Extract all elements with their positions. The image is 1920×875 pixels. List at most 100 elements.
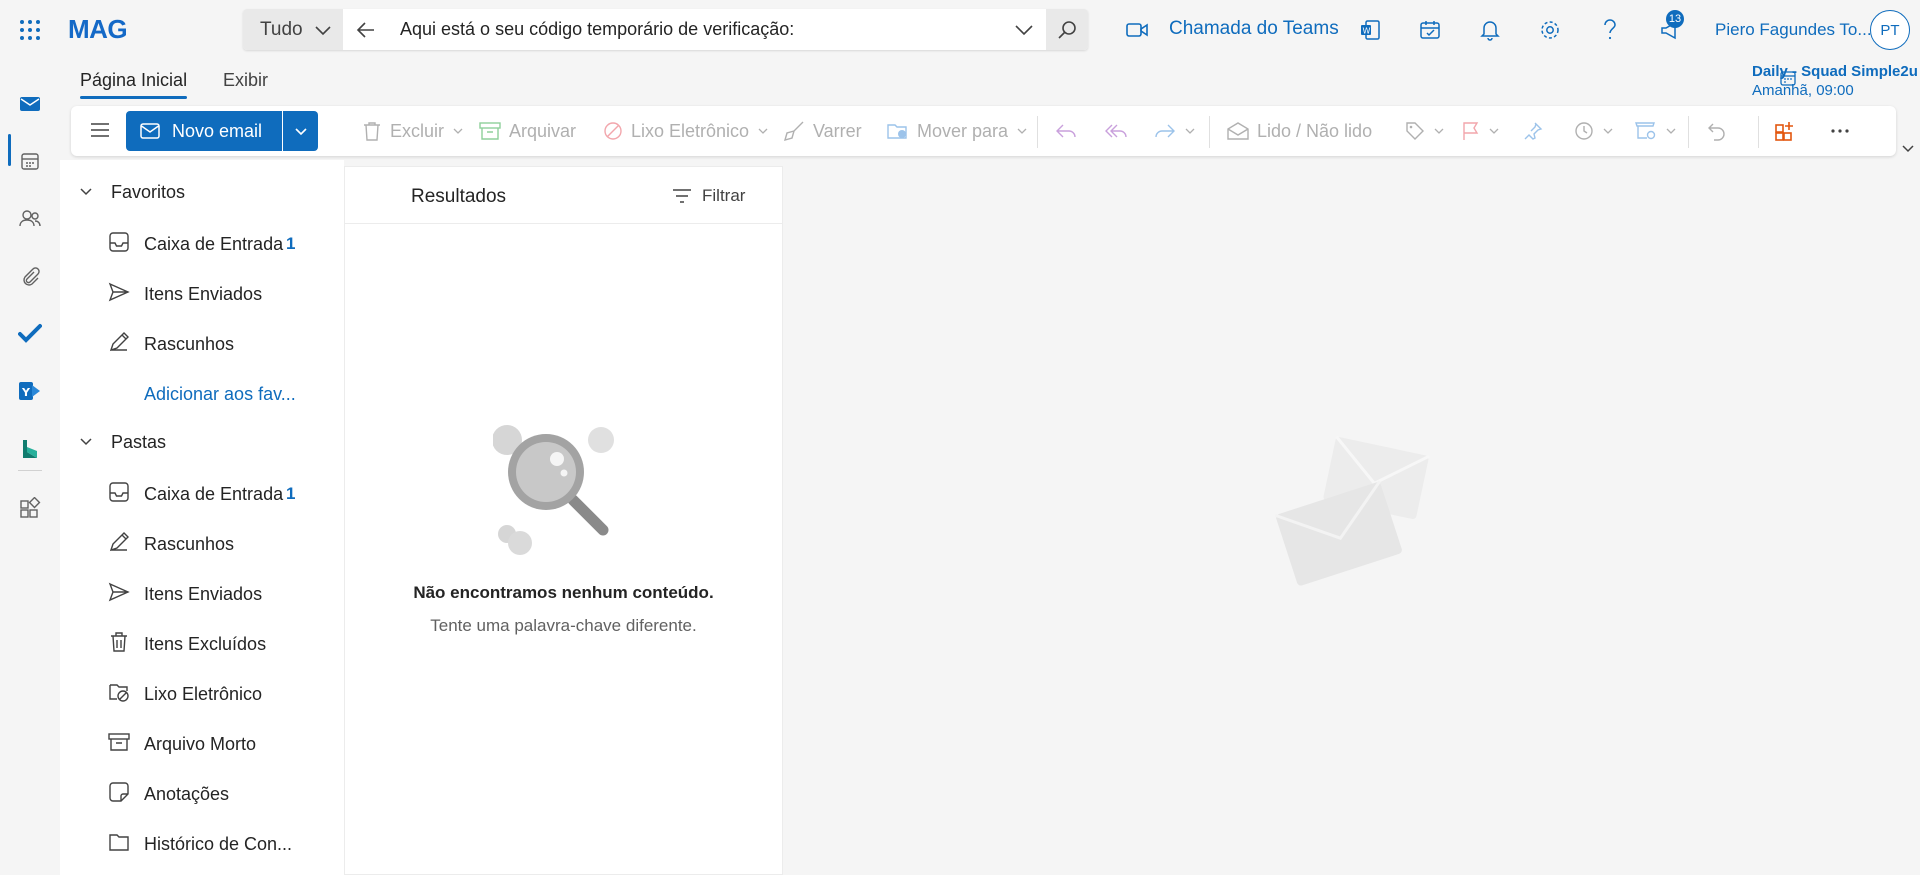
chevron-down-icon bbox=[453, 128, 463, 134]
envelope-illustration-icon bbox=[1273, 430, 1443, 590]
new-email-button[interactable]: Novo email bbox=[126, 111, 282, 151]
folders-label: Pastas bbox=[111, 431, 167, 452]
word-icon[interactable]: W bbox=[1356, 16, 1384, 44]
folder-item-inbox[interactable]: Caixa de Entrada 1 bbox=[60, 471, 344, 515]
folder-pane: Favoritos Caixa de Entrada 1 Itens Envia… bbox=[60, 160, 344, 875]
bell-icon[interactable] bbox=[1476, 16, 1504, 44]
folder-item-deleted[interactable]: Itens Excluídos bbox=[60, 621, 344, 665]
avatar[interactable]: PT bbox=[1870, 10, 1910, 50]
read-unread-label: Lido / Não lido bbox=[1257, 120, 1373, 141]
mail-icon[interactable] bbox=[14, 88, 46, 120]
calendar-icon[interactable] bbox=[14, 145, 46, 177]
folder-icon bbox=[108, 831, 130, 853]
search-box[interactable]: Tudo Aqui está o seu código temporário d… bbox=[243, 9, 1088, 50]
add-ins-icon[interactable] bbox=[1774, 118, 1796, 144]
folders-section-header[interactable]: Pastas bbox=[60, 422, 344, 462]
app-launcher-icon[interactable] bbox=[16, 16, 44, 44]
new-email-dropdown[interactable] bbox=[283, 111, 318, 151]
folder-item-drafts[interactable]: Rascunhos bbox=[60, 521, 344, 565]
folder-item-conversation-history[interactable]: Histórico de Con... bbox=[60, 821, 344, 865]
undo-icon[interactable] bbox=[1707, 118, 1727, 144]
gear-icon[interactable] bbox=[1536, 16, 1564, 44]
folder-item-archive[interactable]: Arquivo Morto bbox=[60, 721, 344, 765]
more-options-icon[interactable] bbox=[1830, 118, 1850, 144]
read-unread-button[interactable]: Lido / Não lido bbox=[1227, 118, 1372, 144]
tag-button[interactable] bbox=[1405, 118, 1445, 144]
junk-button[interactable]: Lixo Eletrônico bbox=[603, 118, 769, 144]
hamburger-menu-icon[interactable] bbox=[89, 119, 111, 141]
add-to-favorites-link[interactable]: Adicionar aos fav... bbox=[60, 371, 344, 415]
junk-icon bbox=[108, 681, 130, 703]
brand-logo[interactable]: MAG bbox=[68, 14, 128, 45]
search-scope-dropdown[interactable]: Tudo bbox=[243, 9, 343, 50]
reply-all-icon[interactable] bbox=[1104, 118, 1128, 144]
search-input[interactable]: Aqui está o seu código temporário de ver… bbox=[400, 19, 794, 40]
folder-label: Rascunhos bbox=[144, 534, 235, 554]
search-button[interactable] bbox=[1046, 9, 1088, 50]
favorites-section-header[interactable]: Favoritos bbox=[60, 172, 344, 212]
folder-label: Itens Excluídos bbox=[144, 634, 267, 654]
svg-text:Y: Y bbox=[21, 386, 31, 399]
trash-icon bbox=[364, 122, 380, 141]
forward-icon[interactable] bbox=[1154, 118, 1196, 144]
folder-item-favorites-sent[interactable]: Itens Enviados bbox=[60, 271, 344, 315]
delete-button[interactable]: Excluir bbox=[362, 118, 464, 144]
folder-item-sent[interactable]: Itens Enviados bbox=[60, 571, 344, 615]
archive-label: Arquivar bbox=[509, 120, 577, 141]
mail-outline-icon bbox=[140, 123, 160, 139]
upcoming-meeting-time[interactable]: Amanhã, 09:00 bbox=[1752, 82, 1854, 99]
chevron-down-icon bbox=[1666, 128, 1676, 134]
ribbon-divider bbox=[1688, 116, 1689, 148]
clock-icon bbox=[1575, 122, 1593, 140]
snooze-button[interactable] bbox=[1574, 118, 1614, 144]
add-favorites-label: Adicionar aos fav... bbox=[144, 384, 296, 404]
favorites-label: Favoritos bbox=[111, 181, 186, 202]
folder-move-icon bbox=[887, 124, 907, 139]
todo-check-icon[interactable] bbox=[14, 317, 46, 349]
chevron-down-icon bbox=[758, 128, 768, 134]
ribbon-collapse-chevron-icon[interactable] bbox=[1900, 141, 1916, 157]
chevron-down-icon bbox=[1017, 128, 1027, 134]
unread-count: 1 bbox=[286, 484, 296, 503]
tab-view[interactable]: Exibir bbox=[223, 70, 268, 91]
more-apps-icon[interactable] bbox=[14, 492, 46, 524]
rules-button[interactable] bbox=[1635, 118, 1677, 144]
archive-button[interactable]: Arquivar bbox=[479, 118, 576, 144]
help-icon[interactable] bbox=[1596, 16, 1624, 44]
reply-icon[interactable] bbox=[1055, 118, 1077, 144]
bookings-icon[interactable] bbox=[14, 433, 46, 465]
search-scope-label: Tudo bbox=[260, 18, 303, 40]
video-call-icon[interactable] bbox=[1123, 16, 1151, 44]
move-to-button[interactable]: Mover para bbox=[887, 118, 1028, 144]
chevron-down-icon bbox=[78, 184, 94, 200]
rules-icon bbox=[1635, 122, 1656, 140]
flag-button[interactable] bbox=[1462, 118, 1500, 144]
chevron-down-icon bbox=[1603, 128, 1613, 134]
upcoming-meeting-title[interactable]: Daily - Squad Simple2u bbox=[1752, 63, 1918, 80]
folder-label: Anotações bbox=[144, 784, 230, 804]
ribbon-divider bbox=[1758, 116, 1759, 148]
people-icon[interactable] bbox=[14, 202, 46, 234]
tab-home[interactable]: Página Inicial bbox=[80, 70, 188, 99]
paperclip-icon[interactable] bbox=[14, 260, 46, 292]
user-name[interactable]: Piero Fagundes To... bbox=[1715, 20, 1872, 40]
results-header: Resultados Filtrar bbox=[345, 167, 782, 224]
broom-icon bbox=[783, 121, 804, 142]
filter-button[interactable]: Filtrar bbox=[672, 186, 745, 206]
calendar-check-icon[interactable] bbox=[1416, 16, 1444, 44]
delete-label: Excluir bbox=[390, 120, 445, 141]
yammer-icon[interactable]: Y bbox=[14, 375, 46, 407]
folder-item-junk[interactable]: Lixo Eletrônico bbox=[60, 671, 344, 715]
sweep-button[interactable]: Varrer bbox=[783, 118, 862, 144]
search-options-chevron-icon[interactable] bbox=[1013, 19, 1035, 41]
teams-call-button[interactable]: Chamada do Teams bbox=[1169, 18, 1339, 40]
folder-item-favorites-drafts[interactable]: Rascunhos bbox=[60, 321, 344, 365]
draft-icon bbox=[108, 531, 130, 553]
pin-icon[interactable] bbox=[1523, 118, 1543, 144]
folder-item-notes[interactable]: Anotações bbox=[60, 771, 344, 815]
notification-badge: 13 bbox=[1666, 10, 1684, 28]
back-arrow-icon[interactable] bbox=[355, 19, 377, 41]
ribbon-toolbar: Novo email Excluir Arquivar Lixo Eletrôn… bbox=[71, 106, 1896, 156]
magnifier-illustration-icon bbox=[493, 422, 633, 562]
folder-item-favorites-inbox[interactable]: Caixa de Entrada 1 bbox=[60, 221, 344, 265]
